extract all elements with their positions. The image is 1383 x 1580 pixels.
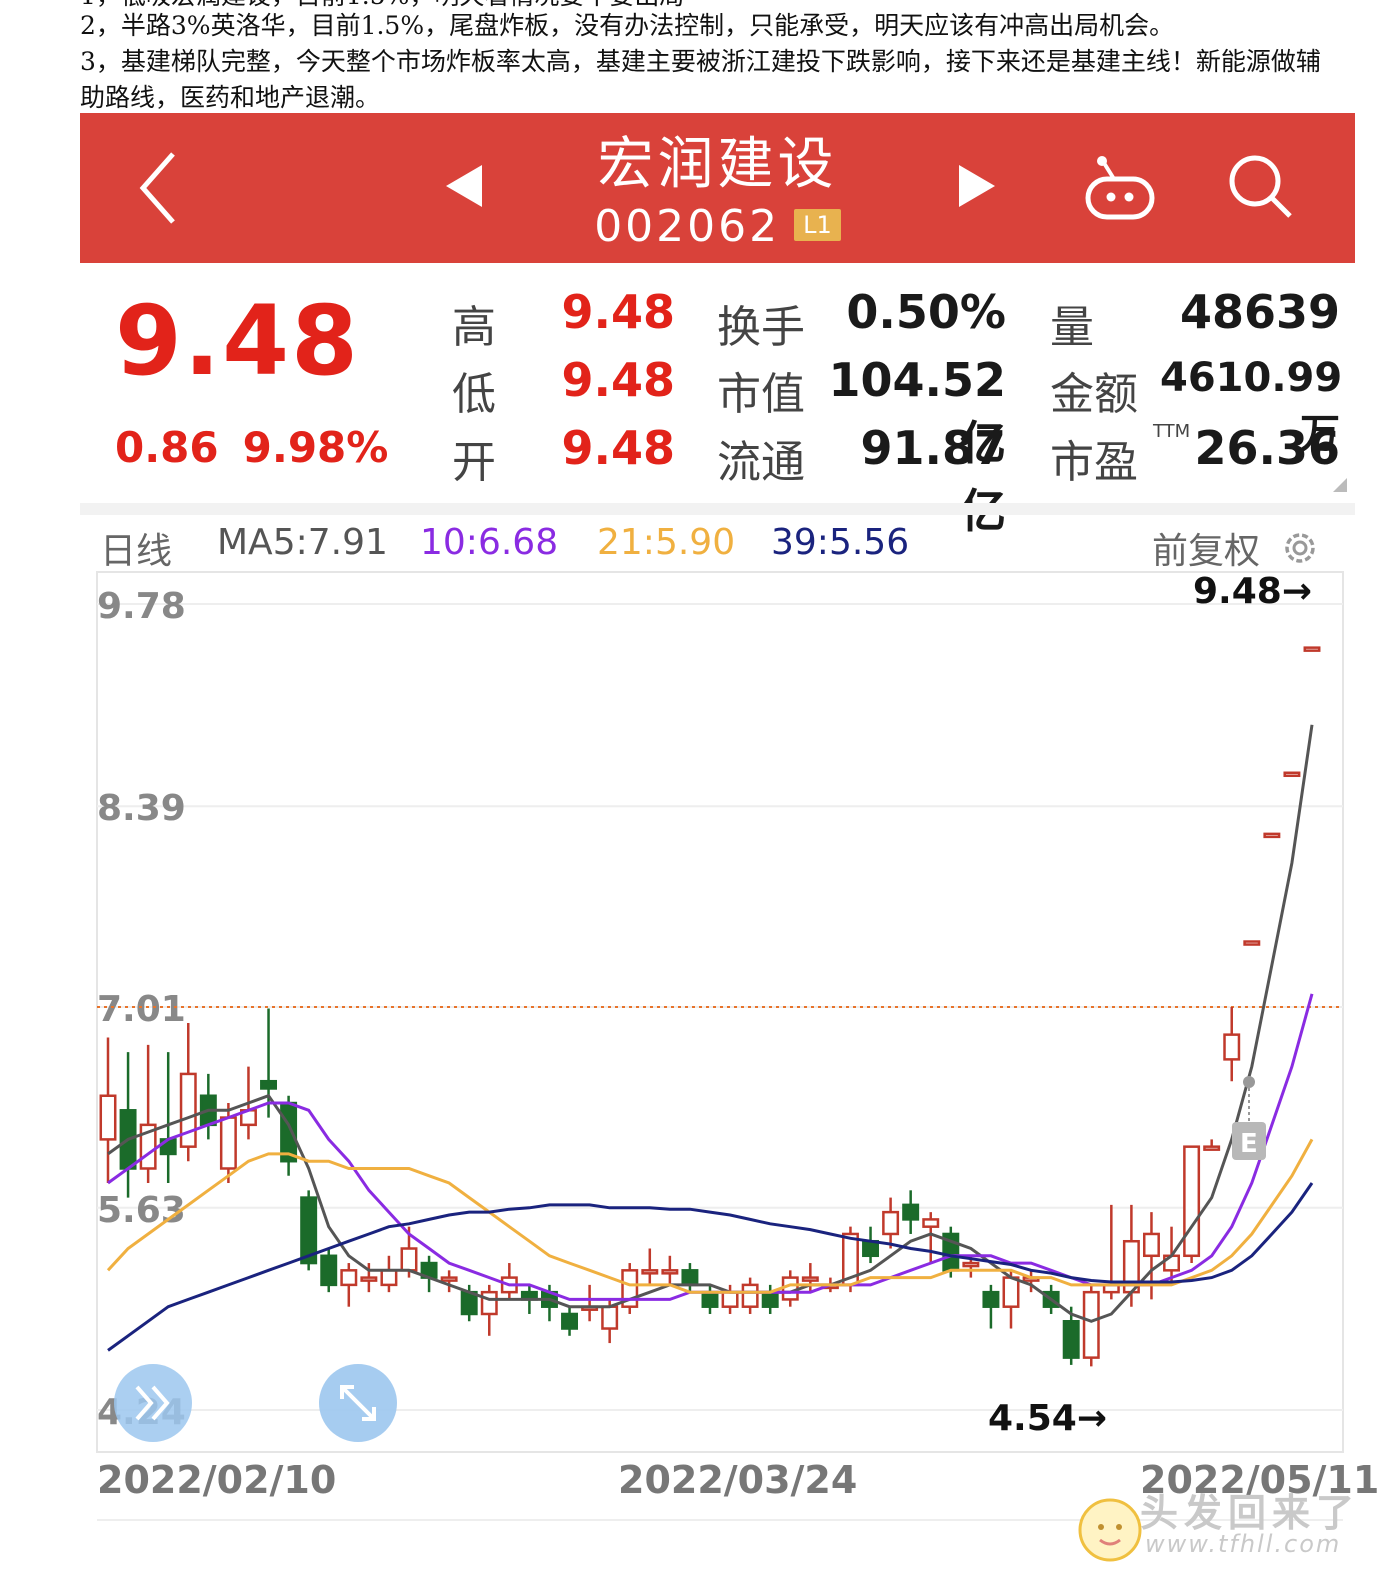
candle-body	[480, 1290, 498, 1316]
plot-frame	[96, 571, 1344, 1453]
candle-body	[1142, 1232, 1160, 1258]
y-tick-label: 8.39	[97, 788, 186, 829]
candle-body	[1283, 771, 1301, 778]
candle-body	[982, 1290, 1000, 1308]
low-annotation: 4.54→	[988, 1398, 1107, 1439]
candle-body	[962, 1261, 980, 1268]
candle-body	[380, 1269, 398, 1287]
candle-body	[1203, 1145, 1221, 1151]
candle-body	[1082, 1290, 1100, 1359]
candle-body	[761, 1290, 779, 1308]
candle-body	[1303, 646, 1321, 652]
candle-body	[561, 1312, 579, 1330]
y-tick-label: 9.78	[97, 586, 186, 627]
candle-body	[340, 1269, 358, 1287]
x-tick-start: 2022/02/10	[97, 1458, 337, 1502]
candle-body	[882, 1210, 900, 1236]
candle-body	[801, 1276, 819, 1282]
candle-body	[1062, 1320, 1080, 1359]
candle-body	[1183, 1145, 1201, 1258]
x-tick-mid: 2022/03/24	[618, 1458, 858, 1502]
candle-body	[1263, 832, 1281, 839]
candle-body	[902, 1203, 920, 1221]
candle-body	[781, 1276, 799, 1301]
high-annotation: 9.48→	[1193, 571, 1312, 612]
candle-body	[219, 1116, 237, 1170]
candle-body	[681, 1269, 699, 1287]
candle-body	[661, 1269, 679, 1275]
candle-body	[721, 1290, 739, 1308]
candle-body	[641, 1269, 659, 1275]
candle-body	[99, 1094, 117, 1141]
watermark-url: www.tfhll.com	[1145, 1530, 1342, 1558]
kline-chart[interactable]: 9.788.397.015.634.249.48→4.54→E	[0, 0, 1383, 1580]
candle-body	[320, 1254, 338, 1287]
candle-body	[260, 1079, 278, 1090]
candle-body	[179, 1072, 197, 1148]
candle-body	[1223, 1033, 1241, 1061]
candle-body	[1002, 1276, 1020, 1308]
event-marker-label: E	[1240, 1129, 1258, 1159]
event-marker-dot	[1243, 1076, 1255, 1088]
candle-body	[701, 1290, 719, 1308]
candle-body	[440, 1276, 458, 1282]
candle-body	[922, 1218, 940, 1228]
candle-body	[1243, 940, 1261, 946]
candle-body	[741, 1283, 759, 1308]
y-tick-label: 5.63	[97, 1190, 186, 1231]
watermark-text: 头发回来了	[1140, 1491, 1361, 1535]
candle-body	[400, 1247, 418, 1272]
candle-body	[360, 1276, 378, 1282]
y-tick-label: 7.01	[97, 989, 186, 1030]
candle-body	[601, 1305, 619, 1330]
